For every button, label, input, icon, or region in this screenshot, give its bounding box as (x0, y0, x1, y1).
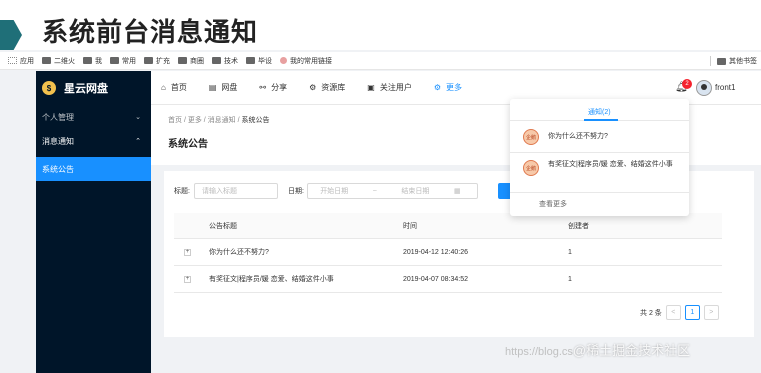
bookmark-folder[interactable]: 扩充 (144, 56, 170, 66)
bookmark-folder[interactable]: 商圈 (178, 56, 204, 66)
divider (710, 56, 711, 66)
cell-time: 2019-04-07 08:34:52 (403, 275, 468, 283)
chevron-down-icon: ⌄ (135, 114, 141, 121)
expand-row-icon[interactable]: + (184, 248, 191, 256)
notification-count-badge: 2 (682, 79, 692, 89)
next-page-button[interactable]: > (703, 305, 719, 320)
folder-icon (144, 57, 153, 64)
sidebar-group-label: 消息通知 (42, 136, 74, 146)
pagination: 共 2 条 < 1 > (640, 305, 719, 320)
cell-title: 有奖征文|程序员/媛 恋爱、结婚这件小事 (209, 276, 334, 283)
folder-icon (212, 57, 221, 64)
logo[interactable]: $ 星云网盘 (36, 71, 151, 105)
sidebar-group-personal[interactable]: 个人管理 ⌄ (36, 105, 151, 129)
bookmark-folder[interactable]: 技术 (212, 56, 238, 66)
date-filter-label: 日期: (287, 188, 304, 195)
nav-share[interactable]: ⚯ 分享 (249, 71, 299, 105)
page-title: 系统公告 (168, 139, 208, 150)
nav-disk[interactable]: ▤ 网盘 (199, 71, 250, 105)
bookmark-folder[interactable]: 我 (83, 56, 102, 66)
prev-page-button[interactable]: < (665, 305, 681, 320)
breadcrumb-item[interactable]: 更多 (188, 117, 202, 124)
chevron-up-icon: ⌃ (135, 138, 141, 145)
bookmark-link[interactable]: 我的常用链接 (280, 56, 332, 66)
start-date-placeholder: 开始日期 (320, 188, 349, 195)
folder-icon (83, 57, 92, 64)
pagination-total: 共 2 条 (640, 309, 662, 317)
apps-grid-icon (8, 57, 17, 64)
notification-text: 有奖征文|程序员/媛 恋爱、结婚这件小事 (548, 161, 673, 168)
notification-item[interactable]: 企鹅 有奖征文|程序员/媛 恋爱、结婚这件小事 (510, 153, 689, 193)
sidebar-item-announcements[interactable]: 系统公告 (36, 157, 151, 181)
nav-more[interactable]: ⚙ 更多 (424, 71, 474, 105)
nav-follow-users[interactable]: ▣ 关注用户 (357, 71, 424, 105)
column-header-creator: 创建者 (568, 222, 589, 230)
watermark-text: @稀土掘金技术社区 (572, 343, 691, 358)
tab-notifications[interactable]: 通知(2) (588, 107, 611, 117)
cell-title: 你为什么还不努力? (209, 249, 269, 256)
page-button-current[interactable]: 1 (684, 305, 700, 320)
nav-library[interactable]: ⚙ 资源库 (299, 71, 357, 105)
notification-tab-bar: 通知(2) (510, 99, 689, 121)
slide-arrow-decoration (0, 20, 22, 50)
notification-item[interactable]: 企鹅 你为什么还不努力? (510, 121, 689, 153)
folder-icon (42, 57, 51, 64)
table-row[interactable]: + 有奖征文|程序员/媛 恋爱、结婚这件小事 2019-04-07 08:34:… (174, 266, 722, 293)
notification-popover: 通知(2) 企鹅 你为什么还不努力? 企鹅 有奖征文|程序员/媛 恋爱、结婚这件… (510, 99, 689, 216)
notification-avatar: 企鹅 (523, 129, 539, 145)
table-header: 公告标题 时间 创建者 (174, 213, 722, 239)
table-row[interactable]: + 你为什么还不努力? 2019-04-12 12:40:26 1 (174, 239, 722, 266)
expand-row-icon[interactable]: + (184, 275, 191, 283)
cell-creator: 1 (568, 248, 572, 256)
bookmarks-bar: 应用 二维火 我 常用 扩充 商圈 技术 毕设 我的常用链接 其他书签 (0, 52, 761, 70)
flame-icon (280, 57, 287, 64)
filter-bar: 标题: 请输入标题 日期: 开始日期 ~ 结束日期 ▦ (174, 183, 478, 199)
bookmark-other[interactable]: 其他书签 (710, 56, 757, 66)
watermark-url: https://blog.cs (505, 346, 573, 358)
logo-text: 星云网盘 (64, 83, 108, 95)
view-more-link[interactable]: 查看更多 (510, 199, 689, 209)
search-button[interactable] (498, 183, 510, 199)
nav-home[interactable]: ⌂ 首页 (151, 71, 199, 105)
users-icon: ▣ (367, 83, 375, 92)
cell-time: 2019-04-12 12:40:26 (403, 248, 468, 256)
folder-icon (178, 57, 187, 64)
sidebar: $ 星云网盘 个人管理 ⌄ 消息通知 ⌃ 系统公告 (36, 71, 151, 373)
logo-icon: $ (42, 81, 56, 95)
avatar[interactable] (696, 80, 712, 96)
bookmark-folder[interactable]: 常用 (110, 56, 136, 66)
column-header-title: 公告标题 (209, 222, 237, 230)
date-range-picker[interactable]: 开始日期 ~ 结束日期 ▦ (306, 183, 478, 199)
title-search-input[interactable]: 请输入标题 (193, 183, 278, 199)
breadcrumb-item[interactable]: 消息通知 (208, 117, 236, 124)
range-separator: ~ (372, 187, 377, 195)
bookmark-apps[interactable]: 应用 (8, 56, 34, 66)
folder-icon (110, 57, 119, 64)
title-filter-label: 标题: (174, 188, 190, 195)
folder-icon (717, 57, 726, 65)
watermark: https://blog.cs@稀土掘金技术社区 (505, 340, 690, 359)
sidebar-group-label: 个人管理 (42, 112, 74, 122)
slide-header: 系统前台消息通知 (0, 0, 761, 50)
sidebar-group-notifications[interactable]: 消息通知 ⌃ (36, 129, 151, 153)
cell-creator: 1 (568, 275, 572, 283)
end-date-placeholder: 结束日期 (401, 188, 430, 195)
bookmark-folder[interactable]: 二维火 (42, 56, 75, 66)
folder-icon (246, 57, 255, 64)
slide-title: 系统前台消息通知 (42, 18, 259, 48)
disk-icon: ▤ (208, 83, 217, 92)
home-icon: ⌂ (161, 83, 166, 92)
username[interactable]: front1 (715, 83, 735, 92)
column-header-time: 时间 (403, 222, 417, 230)
notification-text: 你为什么还不努力? (548, 133, 608, 140)
share-icon: ⚯ (259, 83, 267, 92)
notification-avatar: 企鹅 (523, 160, 539, 176)
breadcrumb-item[interactable]: 首页 (168, 117, 182, 124)
library-icon: ⚙ (309, 83, 317, 92)
calendar-icon: ▦ (453, 188, 461, 195)
bookmark-folder[interactable]: 毕设 (246, 56, 272, 66)
more-icon: ⚙ (433, 83, 442, 92)
breadcrumb-current: 系统公告 (241, 117, 270, 124)
breadcrumb: 首页 / 更多 / 消息通知 / 系统公告 (168, 115, 270, 125)
